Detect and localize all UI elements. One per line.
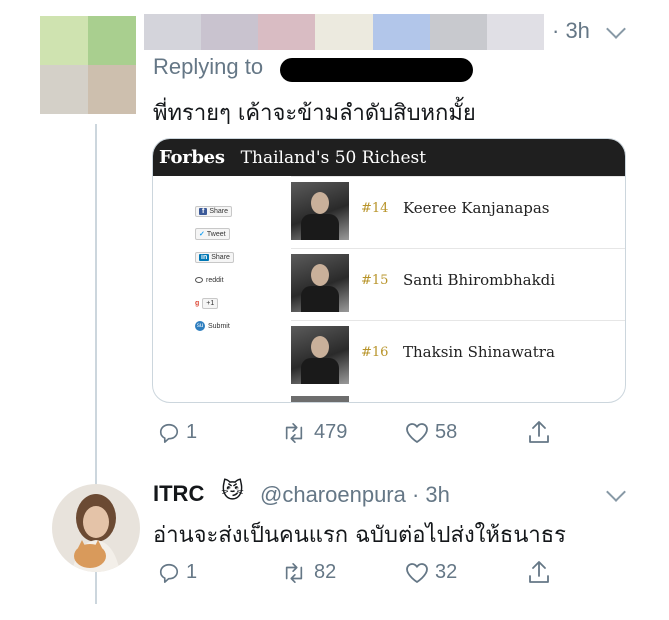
- retweet-button[interactable]: 82: [280, 561, 336, 584]
- like-count: 58: [435, 421, 458, 443]
- retweet-count: 479: [314, 421, 348, 443]
- tweet-text: พี่ทรายๆ เค้าจะข้ามลำดับสิบหกมั้ย: [153, 101, 476, 126]
- avatar-photo: [52, 484, 140, 572]
- twitter-tweet-button[interactable]: ✓ Tweet: [195, 227, 245, 241]
- avatar-tile: [40, 65, 88, 114]
- share-column: f Share ✓ Tweet in Share reddit g +1 su Submi…: [195, 204, 245, 342]
- blur-block: [486, 14, 544, 50]
- facebook-share-button[interactable]: f Share: [195, 204, 245, 218]
- blur-block: [372, 14, 430, 50]
- heart-icon: [406, 562, 428, 583]
- share-label: Share: [209, 207, 229, 215]
- tweet-time[interactable]: · 3h: [552, 18, 590, 44]
- author-avatar[interactable]: [40, 16, 136, 114]
- reply-button[interactable]: 1: [158, 561, 197, 584]
- chevron-down-icon[interactable]: [606, 482, 626, 502]
- cat-emoji-icon: 😼: [221, 479, 244, 504]
- facebook-icon: f: [199, 207, 208, 215]
- retweet-count: 82: [314, 561, 337, 583]
- blur-block: [258, 14, 316, 50]
- author-handle-time[interactable]: @charoenpura · 3h: [260, 482, 450, 508]
- author-name-blurred[interactable]: [144, 14, 544, 50]
- rank-name: Santi Bhirombhakdi: [403, 271, 556, 289]
- linkedin-icon: in: [199, 253, 210, 261]
- tweet-text: อ่านจะส่งเป็นคนแรก ฉบับต่อไปส่งให้ธนาธร: [153, 523, 566, 548]
- like-count: 32: [435, 561, 458, 583]
- card-header: Forbes Thailand's 50 Richest: [153, 139, 625, 176]
- reply-button[interactable]: 1: [158, 421, 197, 444]
- forbes-logo: Forbes: [159, 147, 225, 168]
- blur-block: [429, 14, 487, 50]
- retweet-icon: [285, 562, 303, 583]
- chevron-down-icon[interactable]: [606, 19, 626, 39]
- stumbleupon-icon: su: [195, 321, 205, 331]
- blur-block: [201, 14, 259, 50]
- retweet-button[interactable]: 479: [280, 421, 347, 444]
- avatar-tile: [40, 16, 88, 65]
- rank-name: Keeree Kanjanapas: [403, 199, 550, 217]
- rank-number: #15: [361, 273, 389, 288]
- share-label: reddit: [206, 276, 224, 284]
- person-photo: [291, 326, 349, 384]
- rank-row[interactable]: #16 Thaksin Shinawatra: [291, 320, 625, 388]
- share-icon: [529, 561, 549, 583]
- share-button[interactable]: [527, 419, 551, 445]
- share-label: +1: [202, 297, 219, 309]
- share-label: Share: [211, 253, 230, 261]
- card-subtitle: Thailand's 50 Richest: [240, 147, 427, 168]
- forbes-card[interactable]: Forbes Thailand's 50 Richest f Share ✓ Twe…: [152, 138, 626, 403]
- avatar-tile: [88, 65, 136, 114]
- person-photo-partial: [291, 396, 349, 402]
- share-label: Tweet: [206, 230, 226, 238]
- google-plus-icon: g: [195, 299, 200, 307]
- reply-icon: [159, 423, 179, 443]
- like-button[interactable]: 58: [405, 421, 457, 444]
- author-avatar[interactable]: [52, 484, 140, 572]
- author-name[interactable]: ITRC: [153, 481, 204, 507]
- reddit-icon: [195, 277, 203, 283]
- share-button[interactable]: [527, 559, 551, 585]
- redacted-handle: [280, 58, 473, 82]
- reddit-button[interactable]: reddit: [195, 273, 245, 287]
- rank-number: #14: [361, 201, 389, 216]
- twitter-icon: ✓: [199, 231, 205, 238]
- rank-row[interactable]: #15 Santi Bhirombhakdi: [291, 248, 625, 316]
- heart-icon: [406, 422, 428, 443]
- linkedin-share-button[interactable]: in Share: [195, 250, 245, 264]
- blur-block: [144, 14, 202, 50]
- rank-row[interactable]: #14 Keeree Kanjanapas: [291, 176, 625, 244]
- stumbleupon-submit-button[interactable]: su Submit: [195, 319, 245, 333]
- replying-to-label: Replying to: [153, 54, 264, 79]
- blur-block: [315, 14, 373, 50]
- reply-count: 1: [186, 421, 198, 443]
- share-label: Submit: [208, 322, 230, 330]
- rank-name: Thaksin Shinawatra: [403, 343, 555, 361]
- reply-count: 1: [186, 561, 198, 583]
- like-button[interactable]: 32: [405, 561, 457, 584]
- rank-number: #16: [361, 345, 389, 360]
- share-icon: [529, 421, 549, 443]
- google-plus-button[interactable]: g +1: [195, 296, 245, 310]
- person-photo: [291, 254, 349, 312]
- reply-icon: [159, 563, 179, 583]
- card-body: f Share ✓ Tweet in Share reddit g +1 su Submi…: [153, 176, 625, 402]
- person-photo: [291, 182, 349, 240]
- avatar-tile: [88, 16, 136, 65]
- retweet-icon: [285, 422, 303, 443]
